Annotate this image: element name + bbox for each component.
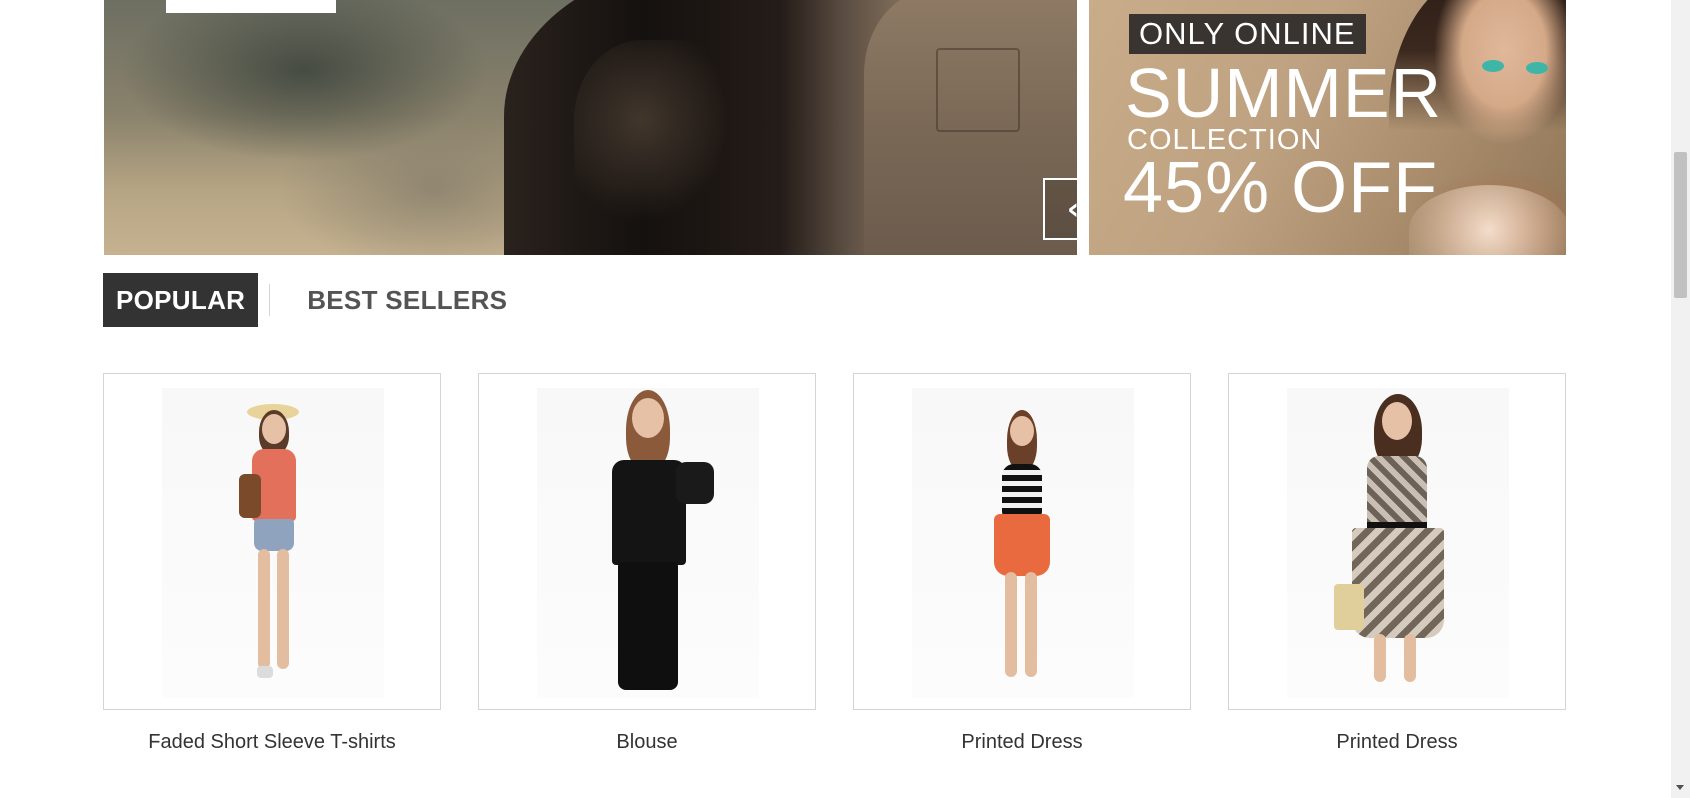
tab-best-sellers[interactable]: BEST SELLERS [294, 273, 520, 327]
hero-slider[interactable]: ‹ › [104, 0, 1077, 255]
promo-image-eye [1482, 60, 1504, 72]
product-card: Blouse [478, 373, 816, 754]
product-card: Printed Dress [1228, 373, 1566, 754]
product-image-model [572, 390, 722, 700]
promo-headline: SUMMER [1125, 54, 1443, 132]
product-name[interactable]: Printed Dress [1228, 731, 1566, 754]
tab-popular[interactable]: POPULAR [103, 273, 259, 327]
slider-caption-box [166, 0, 336, 13]
product-image-model [967, 410, 1077, 690]
promo-banner[interactable]: ONLY ONLINE SUMMER COLLECTION 45% OFF [1089, 0, 1566, 255]
promo-image-eye [1526, 62, 1548, 74]
product-tabs: POPULAR BEST SELLERS [103, 273, 520, 327]
slider-prev-button[interactable]: ‹ [1043, 178, 1077, 240]
product-card: Printed Dress [853, 373, 1191, 754]
product-image-model [227, 404, 317, 694]
scrollbar-thumb[interactable] [1674, 152, 1687, 298]
product-image[interactable] [1228, 373, 1566, 710]
product-image[interactable] [103, 373, 441, 710]
product-image[interactable] [853, 373, 1191, 710]
product-card: Faded Short Sleeve T-shirts [103, 373, 441, 754]
promo-tag: ONLY ONLINE [1129, 14, 1366, 54]
promo-offer: 45% OFF [1123, 148, 1439, 228]
product-name[interactable]: Printed Dress [853, 731, 1191, 754]
product-name[interactable]: Faded Short Sleeve T-shirts [103, 731, 441, 754]
page: ‹ › ONLY ONLINE SUMMER COLLECTION 45% OF… [0, 0, 1671, 798]
scroll-down-icon[interactable] [1676, 785, 1684, 790]
scrollbar[interactable] [1671, 0, 1690, 798]
tab-divider [269, 284, 271, 316]
product-image[interactable] [478, 373, 816, 710]
chevron-left-icon: ‹ [1067, 192, 1077, 227]
product-image-model [1322, 394, 1472, 694]
slider-image-pocket [936, 48, 1020, 132]
product-name[interactable]: Blouse [478, 731, 816, 754]
